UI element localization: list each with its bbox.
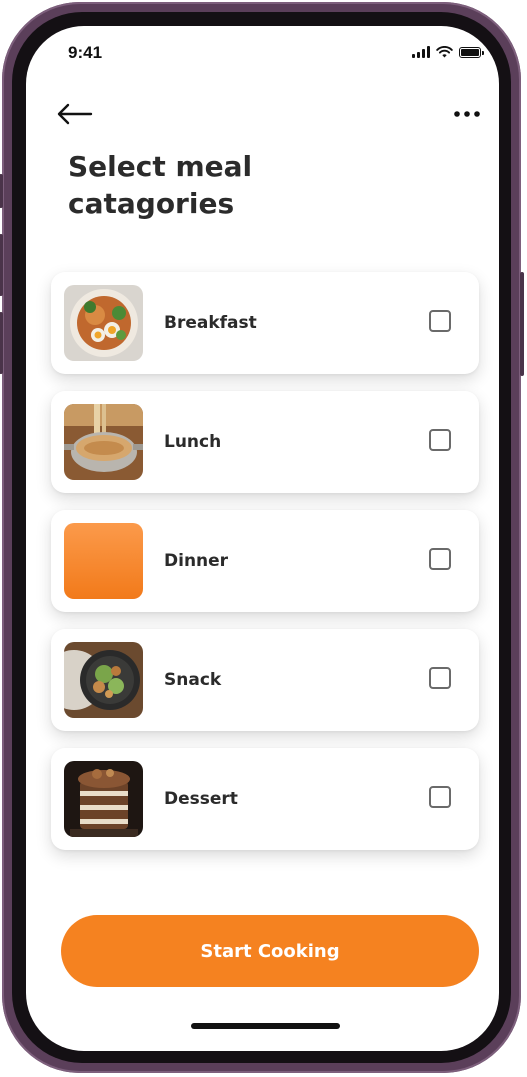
checkbox-breakfast[interactable] <box>429 310 451 332</box>
category-label-snack: Snack <box>164 670 222 690</box>
battery-icon <box>459 47 484 58</box>
lunch-noodle-pot-image <box>64 404 143 480</box>
wifi-icon <box>436 46 453 58</box>
checkbox-dessert[interactable] <box>429 786 451 808</box>
page-title: Select meal catagories <box>68 150 253 220</box>
screen: 9:41 Select meal catagories Breakfast Lu… <box>26 26 499 1051</box>
category-label-lunch: Lunch <box>164 432 222 452</box>
category-card-breakfast[interactable]: Breakfast <box>51 272 479 374</box>
category-label-dinner: Dinner <box>164 551 229 571</box>
mute-switch <box>0 174 3 208</box>
power-button <box>520 272 524 376</box>
volume-down-button <box>0 312 3 374</box>
breakfast-bowl-image <box>64 285 143 361</box>
home-indicator[interactable] <box>191 1023 340 1029</box>
category-card-dessert[interactable]: Dessert <box>51 748 479 850</box>
category-card-lunch[interactable]: Lunch <box>51 391 479 493</box>
category-card-dinner[interactable]: Dinner <box>51 510 479 612</box>
dessert-cake-image <box>64 761 143 837</box>
snack-plate-image <box>64 642 143 718</box>
phone-frame: 9:41 Select meal catagories Breakfast Lu… <box>0 2 524 1073</box>
category-card-snack[interactable]: Snack <box>51 629 479 731</box>
start-cooking-button[interactable]: Start Cooking <box>61 915 479 987</box>
more-options-icon[interactable] <box>453 102 481 126</box>
volume-up-button <box>0 234 3 296</box>
checkbox-snack[interactable] <box>429 667 451 689</box>
category-label-dessert: Dessert <box>164 789 238 809</box>
checkbox-lunch[interactable] <box>429 429 451 451</box>
status-bar: 9:41 <box>26 26 499 76</box>
checkbox-dinner[interactable] <box>429 548 451 570</box>
signal-icon <box>412 46 430 58</box>
back-arrow-icon[interactable] <box>55 102 95 126</box>
status-icons <box>412 46 484 58</box>
status-time: 9:41 <box>68 43 103 62</box>
dinner-placeholder-image <box>64 523 143 599</box>
category-label-breakfast: Breakfast <box>164 313 257 333</box>
category-list: Breakfast Lunch Dinner Snack Dessert <box>51 272 479 867</box>
